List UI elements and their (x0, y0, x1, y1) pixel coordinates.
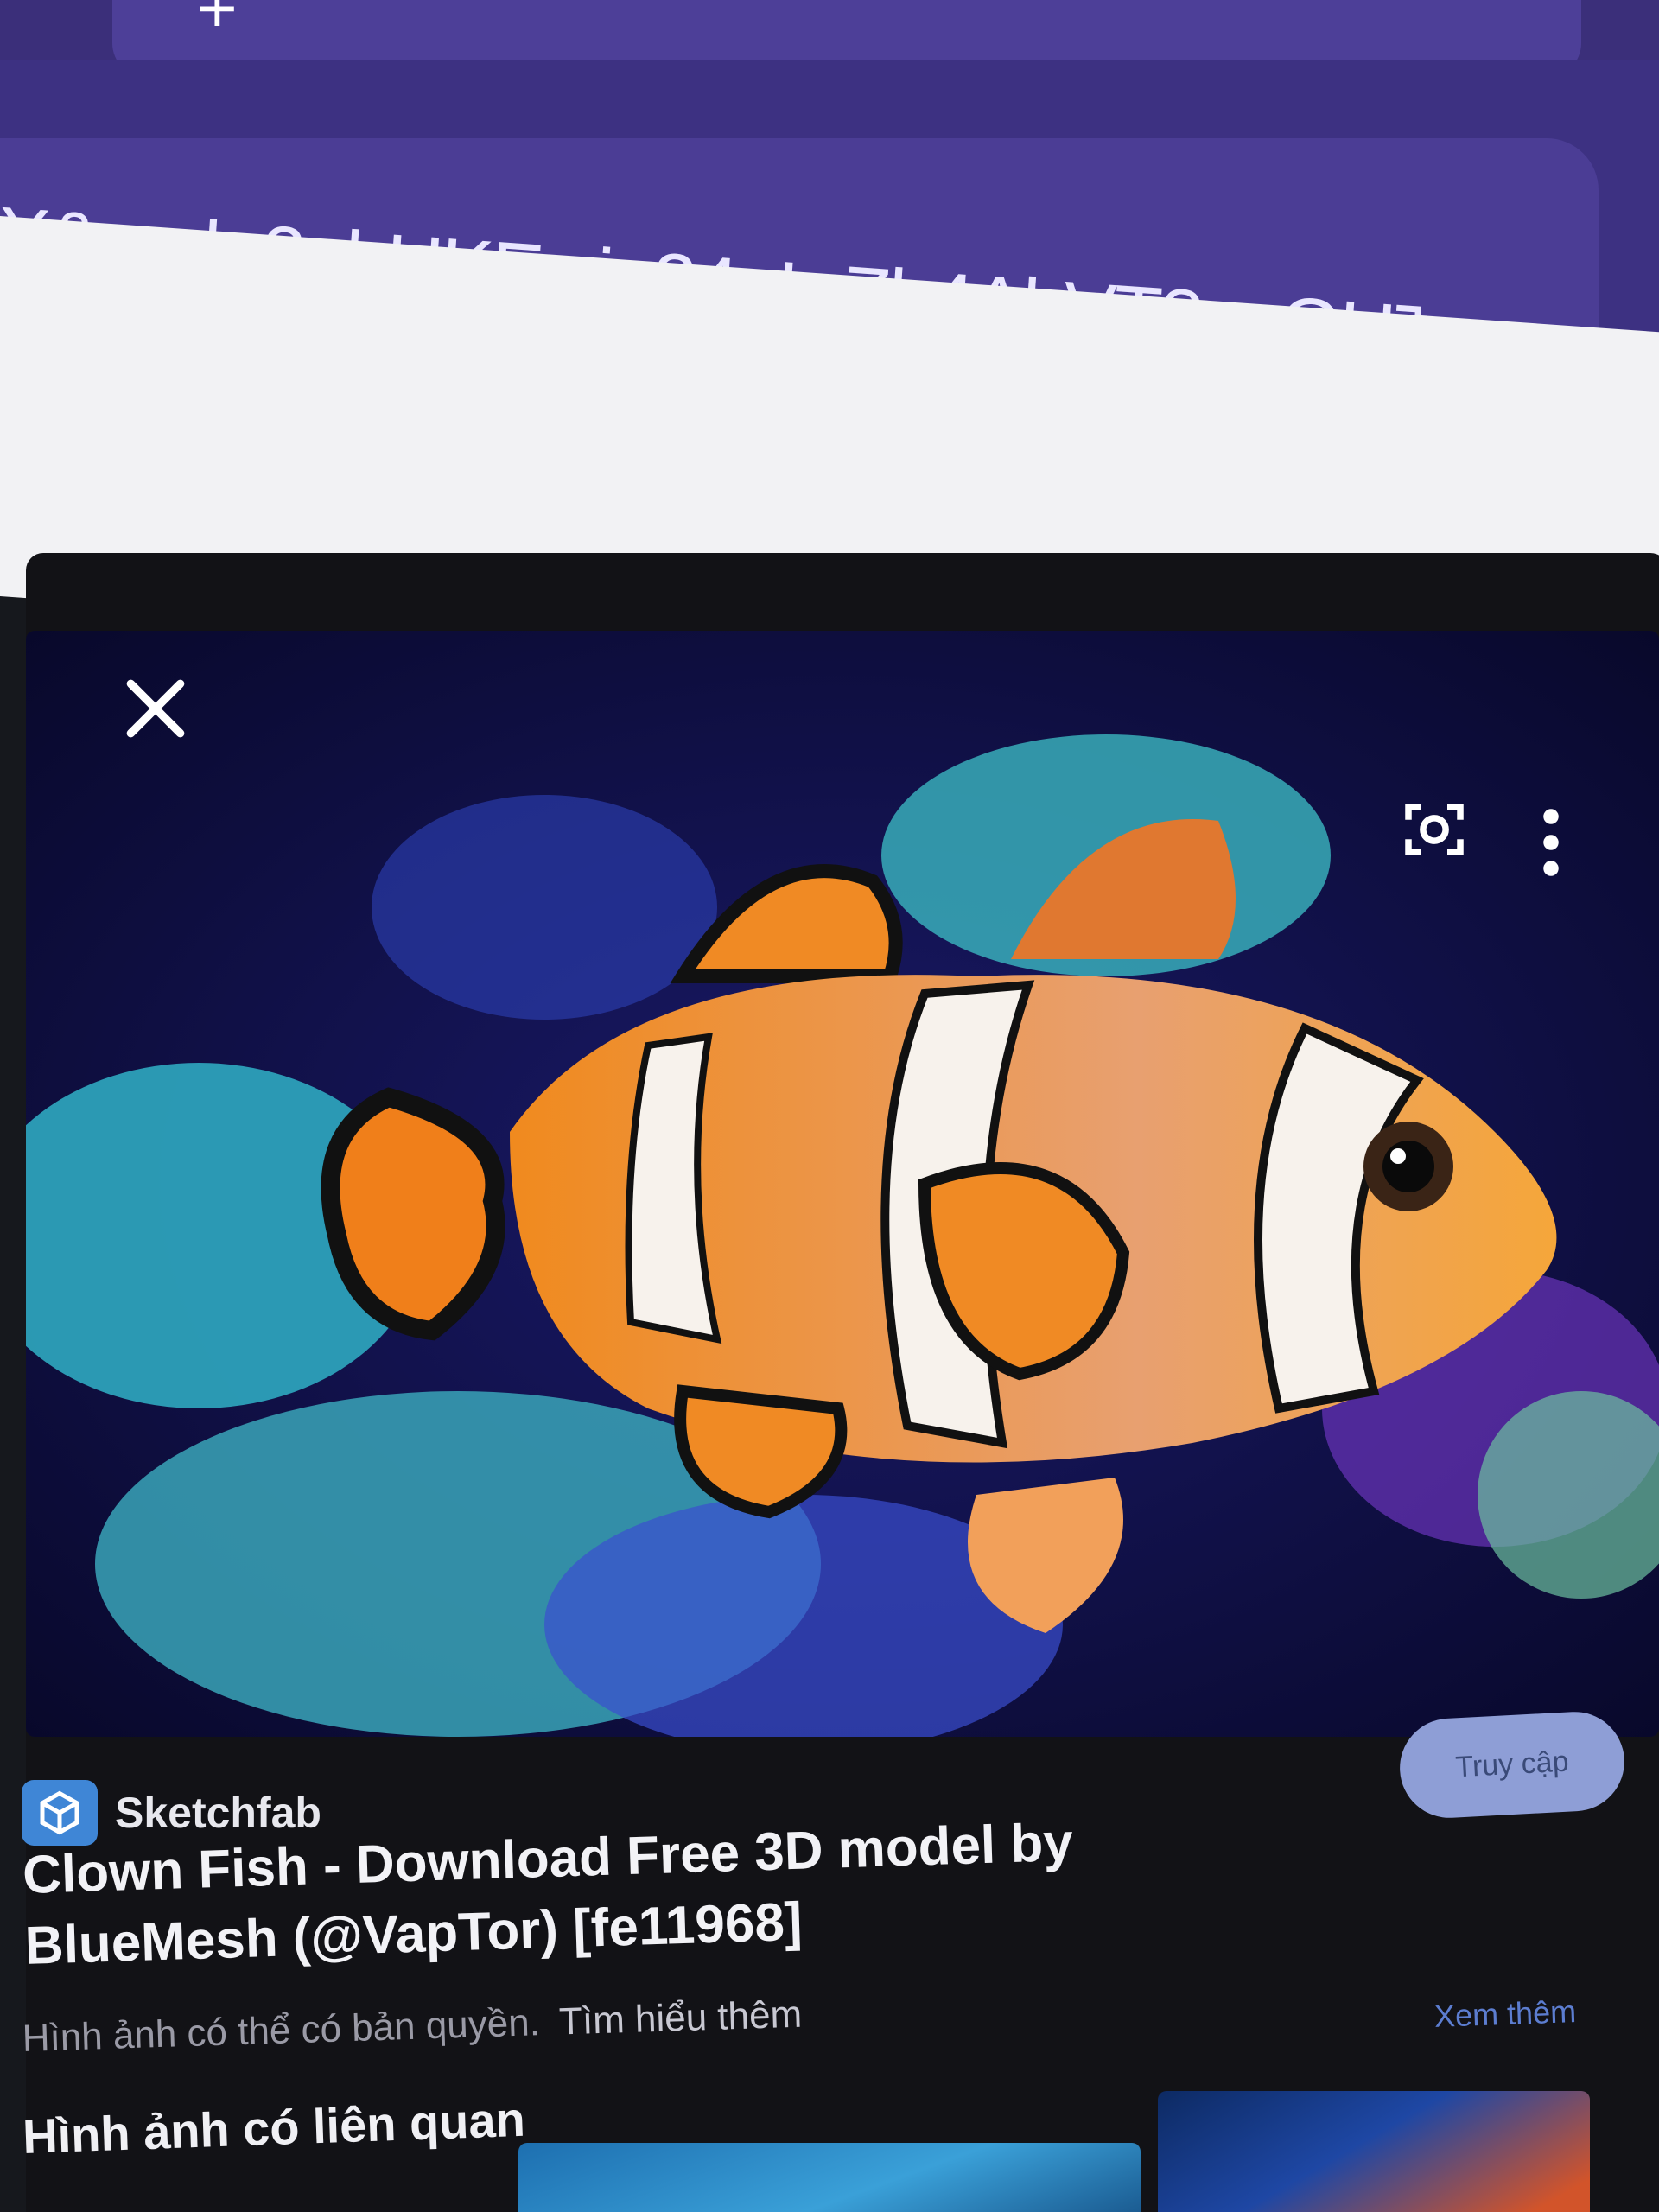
screen: + X&ved=2ahUKEwju34aLrZb4AhVT8zgGHT3xArA… (0, 0, 1659, 2212)
more-vertical-icon[interactable] (1525, 804, 1577, 881)
related-thumbnail[interactable] (518, 2143, 1141, 2212)
sketchfab-logo-icon (22, 1780, 98, 1846)
close-button[interactable] (104, 657, 207, 760)
visit-button[interactable]: Truy cập (1397, 1709, 1627, 1821)
source-name: Sketchfab (115, 1789, 321, 1837)
related-thumbnail[interactable] (1158, 2091, 1590, 2212)
lens-icon[interactable] (1395, 791, 1473, 868)
plus-icon[interactable]: + (197, 0, 238, 43)
learn-more-link[interactable]: Tìm hiểu thêm (558, 1993, 803, 2044)
close-icon (126, 679, 185, 738)
see-more-link[interactable]: Xem thêm (1433, 1993, 1576, 2035)
